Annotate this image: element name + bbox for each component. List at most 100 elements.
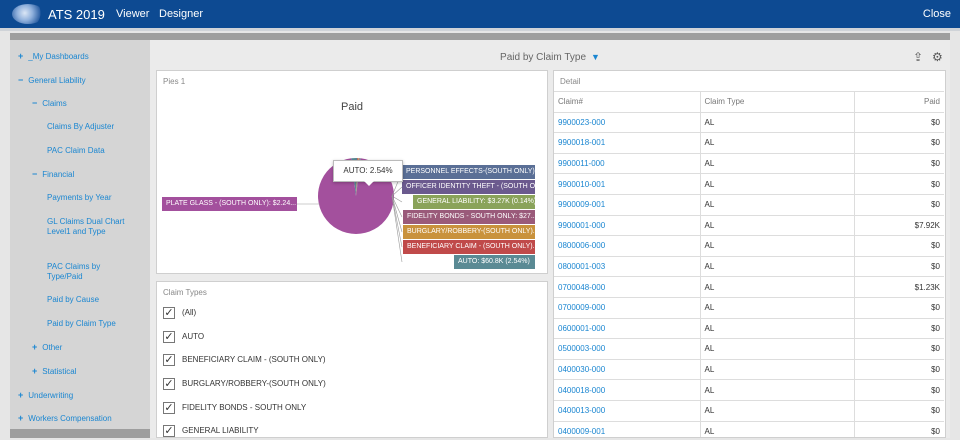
pie-label-officer-identity-theft[interactable]: OFFICER IDENTITY THEFT - (SOUTH O... bbox=[402, 180, 535, 194]
tree-item-statistical[interactable]: + Statistical bbox=[32, 366, 77, 377]
pie-label-fidelity-bonds[interactable]: FIDELITY BONDS - SOUTH ONLY: $27.... bbox=[403, 210, 535, 224]
claim-link[interactable]: 9900018-001 bbox=[558, 138, 605, 147]
expand-icon[interactable]: + bbox=[32, 342, 37, 352]
pie-label-auto[interactable]: AUTO: $60.8K (2.54%) bbox=[454, 255, 535, 269]
claim-link[interactable]: 0600001-000 bbox=[558, 324, 605, 333]
checkbox[interactable]: ✓ bbox=[163, 307, 175, 319]
table-row[interactable]: 9900010-001 AL $0 bbox=[554, 173, 944, 195]
expand-icon[interactable]: + bbox=[18, 51, 23, 61]
pie-label-general-liability[interactable]: GENERAL LIABILITY: $3.27K (0.14%) bbox=[413, 195, 535, 209]
sidebar-scrollbar[interactable] bbox=[10, 429, 150, 438]
pie-label-personnel-effects[interactable]: PERSONNEL EFFECTS-(SOUTH ONLY): ... bbox=[402, 165, 535, 179]
tree-item-workers-compensation[interactable]: + Workers Compensation bbox=[18, 413, 112, 424]
table-row[interactable]: 0500003-000 AL $0 bbox=[554, 338, 944, 360]
claim-link[interactable]: 0400013-000 bbox=[558, 406, 605, 415]
table-row[interactable]: 0800001-003 AL $0 bbox=[554, 255, 944, 277]
nav-viewer[interactable]: Viewer bbox=[116, 8, 149, 20]
tree-item-paid-by-claim-type[interactable]: Paid by Claim Type bbox=[47, 319, 116, 329]
table-row[interactable]: 9900001-000 AL $7.92K bbox=[554, 214, 944, 236]
cell-claim-number: 9900010-001 bbox=[554, 173, 700, 195]
tree-label: General Liability bbox=[28, 76, 86, 85]
checkbox[interactable]: ✓ bbox=[163, 402, 175, 414]
tree-item-gl-claims-dual-chart[interactable]: GL Claims Dual Chart Level1 and Type bbox=[47, 217, 127, 237]
table-row[interactable]: 9900023-000 AL $0 bbox=[554, 111, 944, 133]
pie-label-burglary-robbery[interactable]: BURGLARY/ROBBERY-(SOUTH ONLY)... bbox=[403, 225, 535, 239]
cell-claim-number: 9900023-000 bbox=[554, 111, 700, 133]
table-row[interactable]: 0400030-000 AL $0 bbox=[554, 358, 944, 380]
tree-label: Financial bbox=[42, 170, 75, 179]
expand-icon[interactable]: + bbox=[18, 390, 23, 400]
tree-item-claims[interactable]: − Claims bbox=[32, 98, 67, 109]
cell-paid: $0 bbox=[853, 173, 944, 195]
claim-link[interactable]: 9900010-001 bbox=[558, 180, 605, 189]
table-row[interactable]: 9900018-001 AL $0 bbox=[554, 132, 944, 154]
checkbox[interactable]: ✓ bbox=[163, 378, 175, 390]
checkbox[interactable]: ✓ bbox=[163, 331, 175, 343]
tree-item-financial[interactable]: − Financial bbox=[32, 169, 74, 180]
table-row[interactable]: 0400013-000 AL $0 bbox=[554, 399, 944, 421]
tree-item-underwriting[interactable]: + Underwriting bbox=[18, 390, 73, 401]
claim-link[interactable]: 9900023-000 bbox=[558, 118, 605, 127]
tree-item-payments-by-year[interactable]: Payments by Year bbox=[47, 193, 111, 203]
claim-type-label: AUTO bbox=[182, 332, 205, 341]
cell-claim-type: AL bbox=[699, 111, 854, 133]
collapse-icon[interactable]: − bbox=[32, 98, 37, 108]
column-header-paid[interactable]: Paid bbox=[853, 91, 944, 113]
cell-claim-number: 0800001-003 bbox=[554, 255, 700, 277]
claim-type-label: BURGLARY/ROBBERY-(SOUTH ONLY) bbox=[182, 379, 326, 388]
column-header-claim-type[interactable]: Claim Type bbox=[699, 91, 854, 113]
cell-paid: $0 bbox=[853, 235, 944, 257]
claim-link[interactable]: 0700048-000 bbox=[558, 283, 605, 292]
pie-label-plate-glass[interactable]: PLATE GLASS - (SOUTH ONLY): $2.24... bbox=[162, 197, 297, 211]
claim-link[interactable]: 0500003-000 bbox=[558, 344, 605, 353]
claim-link[interactable]: 0800001-003 bbox=[558, 262, 605, 271]
tree-label: Other bbox=[42, 343, 63, 352]
filter-icon[interactable]: ▼ bbox=[591, 52, 600, 62]
cell-claim-number: 0800006-000 bbox=[554, 235, 700, 257]
cell-claim-type: AL bbox=[699, 338, 854, 360]
table-row[interactable]: 0400009-001 AL $0 bbox=[554, 420, 944, 437]
cell-paid: $7.92K bbox=[853, 214, 944, 236]
column-header-claim[interactable]: Claim# bbox=[554, 91, 700, 113]
cell-paid: $0 bbox=[853, 255, 944, 277]
expand-icon[interactable]: + bbox=[18, 413, 23, 423]
claim-link[interactable]: 9900009-001 bbox=[558, 200, 605, 209]
checkbox[interactable]: ✓ bbox=[163, 354, 175, 366]
tree-item-general-liability[interactable]: − General Liability bbox=[18, 75, 86, 86]
tree-item-other[interactable]: + Other bbox=[32, 342, 62, 353]
table-row[interactable]: 0700009-000 AL $0 bbox=[554, 296, 944, 319]
cell-paid: $0 bbox=[853, 420, 944, 437]
parameters-icon[interactable]: ⚙ bbox=[932, 50, 943, 64]
expand-icon[interactable]: + bbox=[32, 366, 37, 376]
claim-link[interactable]: 0800006-000 bbox=[558, 241, 605, 250]
collapse-icon[interactable]: − bbox=[18, 75, 23, 85]
pie-label-beneficiary-claim[interactable]: BENEFICIARY CLAIM - (SOUTH ONLY)... bbox=[403, 240, 535, 254]
claim-link[interactable]: 9900001-000 bbox=[558, 221, 605, 230]
header-divider bbox=[0, 28, 960, 31]
tree-item-my-dashboards[interactable]: + _My Dashboards bbox=[18, 51, 89, 62]
collapse-icon[interactable]: − bbox=[32, 169, 37, 179]
close-button[interactable]: Close bbox=[923, 8, 951, 20]
claim-link[interactable]: 0400030-000 bbox=[558, 365, 605, 374]
tree-item-pac-claims-by-type-paid[interactable]: PAC Claims by Type/Paid bbox=[47, 262, 127, 282]
claim-link[interactable]: 9900011-000 bbox=[558, 159, 605, 168]
tree-label: Claims By Adjuster bbox=[47, 122, 115, 131]
table-row[interactable]: 9900009-001 AL $0 bbox=[554, 193, 944, 216]
table-row[interactable]: 9900011-000 AL $0 bbox=[554, 152, 944, 174]
tree-item-pac-claim-data[interactable]: PAC Claim Data bbox=[47, 146, 105, 156]
claim-link[interactable]: 0400018-000 bbox=[558, 386, 605, 395]
cell-claim-number: 9900001-000 bbox=[554, 214, 700, 236]
tree-item-paid-by-cause[interactable]: Paid by Cause bbox=[47, 295, 99, 305]
checkbox[interactable]: ✓ bbox=[163, 425, 175, 437]
tree-item-claims-by-adjuster[interactable]: Claims By Adjuster bbox=[47, 122, 114, 132]
table-row[interactable]: 0400018-000 AL $0 bbox=[554, 379, 944, 401]
export-icon[interactable]: ⇪ bbox=[913, 50, 923, 64]
tree-label: Underwriting bbox=[28, 391, 74, 400]
claim-link[interactable]: 0700009-000 bbox=[558, 303, 605, 312]
table-row[interactable]: 0800006-000 AL $0 bbox=[554, 235, 944, 257]
table-row[interactable]: 0600001-000 AL $0 bbox=[554, 317, 944, 339]
nav-designer[interactable]: Designer bbox=[159, 8, 203, 20]
claim-link[interactable]: 0400009-001 bbox=[558, 427, 605, 436]
tree-label: Paid by Cause bbox=[47, 295, 100, 304]
table-row[interactable]: 0700048-000 AL $1.23K bbox=[554, 276, 944, 298]
